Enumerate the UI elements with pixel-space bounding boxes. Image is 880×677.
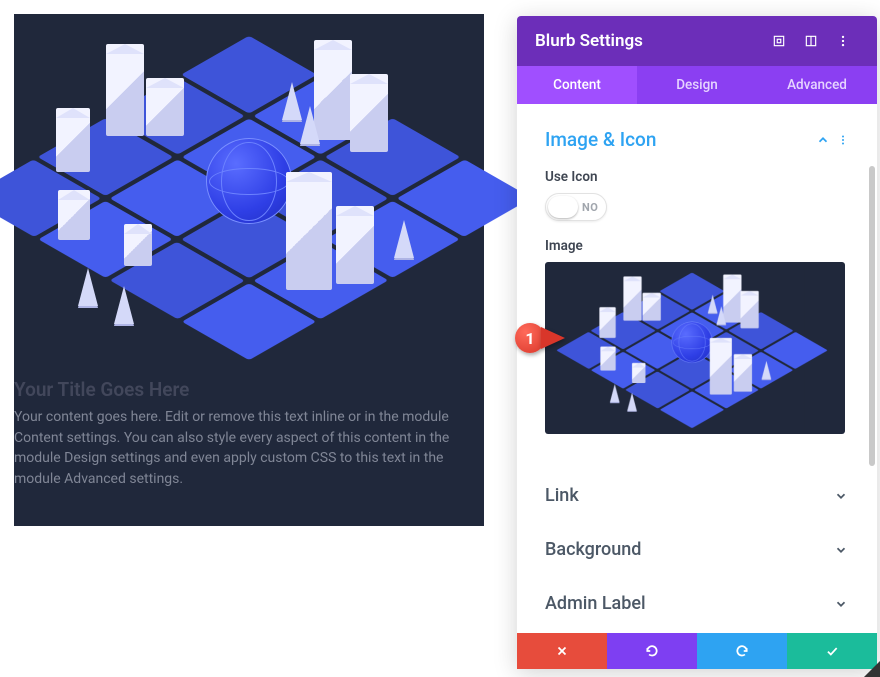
section-title: Background xyxy=(545,539,831,560)
tree-illustration xyxy=(78,268,98,306)
close-button[interactable] xyxy=(517,633,607,669)
section-title: Image & Icon xyxy=(545,128,813,151)
building-illustration xyxy=(58,190,90,240)
kebab-icon[interactable] xyxy=(827,25,859,57)
section-title: Link xyxy=(545,485,831,506)
building-illustration xyxy=(286,172,332,290)
building-illustration xyxy=(350,74,388,152)
expand-icon[interactable] xyxy=(763,25,795,57)
building-illustration xyxy=(336,206,374,284)
label-image: Image xyxy=(545,238,851,254)
globe-illustration xyxy=(206,138,292,224)
toggle-use-icon[interactable]: NO xyxy=(545,193,607,221)
building-illustration xyxy=(56,108,90,172)
chevron-down-icon xyxy=(831,486,851,506)
tree-illustration xyxy=(300,106,320,144)
redo-button[interactable] xyxy=(697,633,787,669)
tree-illustration xyxy=(114,286,134,324)
blurb-body[interactable]: Your content goes here. Edit or remove t… xyxy=(14,407,484,489)
panel-header: Blurb Settings xyxy=(517,16,877,66)
chevron-up-icon xyxy=(813,130,833,150)
panel-body: Image & Icon Use Icon NO Image xyxy=(517,104,877,633)
tabs: Content Design Advanced xyxy=(517,66,877,104)
settings-panel: Blurb Settings Content Design Advanced I… xyxy=(517,16,877,669)
section-options-icon[interactable] xyxy=(835,130,851,150)
scrollbar[interactable] xyxy=(869,166,875,466)
scroll-area[interactable]: Image & Icon Use Icon NO Image xyxy=(517,104,867,633)
blurb-image xyxy=(14,14,484,368)
section-title: Admin Label xyxy=(545,593,831,614)
image-thumbnail xyxy=(579,262,805,432)
undo-button[interactable] xyxy=(607,633,697,669)
toggle-value: NO xyxy=(582,201,598,214)
section-admin-label[interactable]: Admin Label xyxy=(545,576,851,630)
callout-marker: 1 xyxy=(515,323,565,353)
tree-illustration xyxy=(282,82,302,120)
section-background[interactable]: Background xyxy=(545,522,851,576)
blurb-module[interactable]: Your Title Goes Here Your content goes h… xyxy=(14,14,484,526)
building-illustration xyxy=(124,224,152,266)
toggle-knob xyxy=(548,196,578,218)
chevron-down-icon xyxy=(831,540,851,560)
tab-design[interactable]: Design xyxy=(637,66,757,104)
tab-content[interactable]: Content xyxy=(517,66,637,104)
panel-title: Blurb Settings xyxy=(535,31,763,51)
scrollbar-thumb[interactable] xyxy=(869,166,875,466)
callout-tail-icon xyxy=(541,327,565,349)
section-link[interactable]: Link xyxy=(545,468,851,522)
preview-canvas: Your Title Goes Here Your content goes h… xyxy=(0,0,517,677)
building-illustration xyxy=(106,44,144,136)
blurb-title[interactable]: Your Title Goes Here xyxy=(14,378,484,401)
chevron-down-icon xyxy=(831,594,851,614)
action-bar xyxy=(517,633,877,669)
label-use-icon: Use Icon xyxy=(545,169,851,185)
building-illustration xyxy=(146,78,184,136)
save-button[interactable] xyxy=(787,633,877,669)
columns-icon[interactable] xyxy=(795,25,827,57)
section-image-and-icon[interactable]: Image & Icon xyxy=(545,118,851,161)
tree-illustration xyxy=(394,220,414,258)
image-preview[interactable] xyxy=(545,262,845,434)
tab-advanced[interactable]: Advanced xyxy=(757,66,877,104)
